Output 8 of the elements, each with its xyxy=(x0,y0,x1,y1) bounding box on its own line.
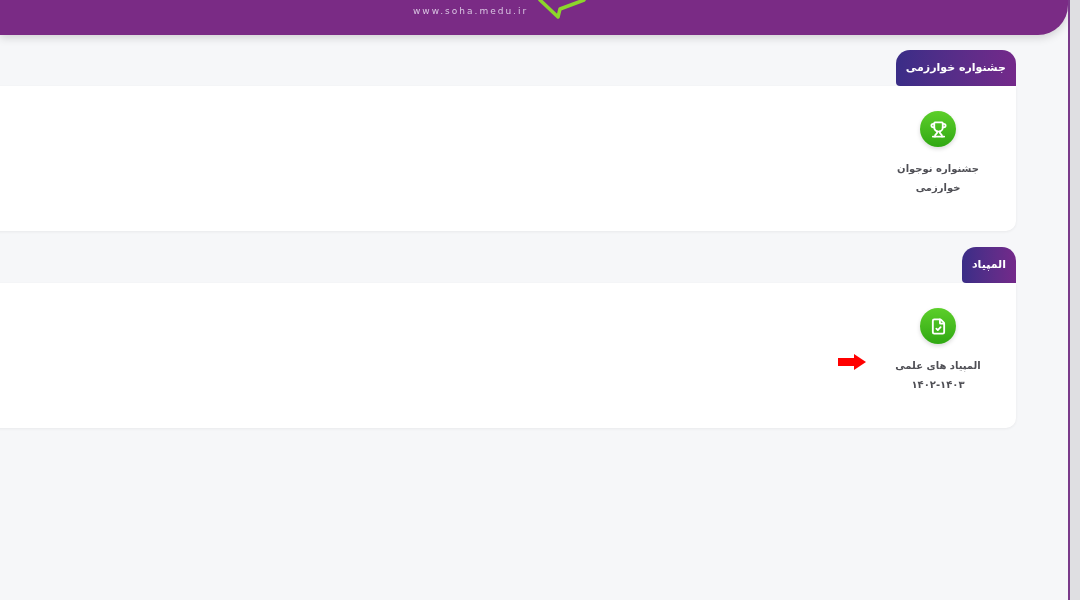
menu-tile-link[interactable]: جشنواره نوجوان خوارزمی xyxy=(897,111,979,197)
menu-tile-link[interactable]: المپیاد های علمی ۱۴۰۲-۱۴۰۳ xyxy=(895,308,981,394)
site-url: www.soha.medu.ir xyxy=(413,5,529,17)
section-header-ribbon: المپیاد xyxy=(961,247,1016,283)
document-check-icon xyxy=(920,308,956,344)
trophy-icon xyxy=(920,111,956,147)
section-header-ribbon: جشنواره خوارزمی xyxy=(895,50,1016,86)
logo-icon xyxy=(536,0,589,20)
